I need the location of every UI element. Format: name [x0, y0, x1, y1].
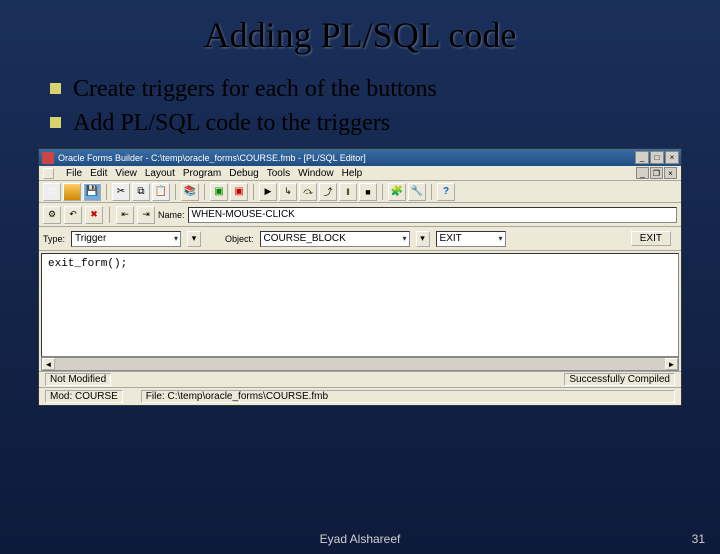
type-picker-icon[interactable]: ▾	[187, 231, 201, 247]
type-label: Type:	[43, 234, 65, 244]
save-icon[interactable]: 💾	[83, 183, 101, 201]
go-icon[interactable]: ▶	[259, 183, 277, 201]
delete-icon[interactable]: ✖	[85, 206, 103, 224]
exit-button[interactable]: EXIT	[631, 231, 671, 246]
maximize-button[interactable]: □	[650, 151, 664, 164]
mdi-icon	[43, 168, 54, 179]
mdi-close-button[interactable]: ×	[664, 167, 677, 179]
list-item: Add PL/SQL code to the triggers	[50, 108, 680, 138]
slide-title: Adding PL/SQL code	[0, 14, 720, 56]
window-titlebar: Oracle Forms Builder - C:\temp\oracle_fo…	[39, 149, 681, 166]
revert-icon[interactable]: ↶	[64, 206, 82, 224]
forms-builder-window: Oracle Forms Builder - C:\temp\oracle_fo…	[38, 148, 682, 406]
menubar: File Edit View Layout Program Debug Tool…	[39, 166, 681, 181]
menu-program[interactable]: Program	[183, 168, 221, 179]
module-status: Mod: COURSE	[45, 390, 123, 403]
list-item: Create triggers for each of the buttons	[50, 74, 680, 104]
editor-status-bar: Not Modified Successfully Compiled	[39, 371, 681, 388]
scroll-right-icon[interactable]: ►	[665, 358, 678, 370]
step-into-icon[interactable]: ↳	[279, 183, 297, 201]
prev-item-icon[interactable]: ⇤	[116, 206, 134, 224]
modified-status: Not Modified	[45, 373, 111, 386]
menu-file[interactable]: File	[66, 168, 82, 179]
scroll-left-icon[interactable]: ◄	[42, 358, 55, 370]
footer-author: Eyad Alshareef	[0, 532, 720, 546]
debug-console-icon[interactable]: 🧩	[388, 183, 406, 201]
mdi-restore-button[interactable]: ❐	[650, 167, 663, 179]
object-picker-icon[interactable]: ▾	[416, 231, 430, 247]
compile-status: Successfully Compiled	[564, 373, 675, 386]
plsql-code-editor[interactable]: exit_form();	[41, 253, 679, 357]
file-status: File: C:\temp\oracle_forms\COURSE.fmb	[141, 390, 675, 403]
compile-icon[interactable]: ⚙	[43, 206, 61, 224]
name-label: Name:	[158, 210, 185, 220]
help-icon[interactable]: ?	[437, 183, 455, 201]
copy-icon[interactable]: ⧉	[132, 183, 150, 201]
item-dropdown[interactable]: EXIT	[436, 231, 506, 247]
page-number: 31	[692, 532, 705, 546]
window-title: Oracle Forms Builder - C:\temp\oracle_fo…	[58, 153, 635, 163]
step-out-icon[interactable]: ⤴	[319, 183, 337, 201]
menu-help[interactable]: Help	[342, 168, 363, 179]
bullet-icon	[50, 117, 61, 128]
horizontal-scrollbar[interactable]: ◄ ►	[41, 357, 679, 371]
main-toolbar: □ 💾 ✂ ⧉ 📋 📚 ▣ ▣ ▶ ↳ ⤼ ⤴ ‖ ■ 🧩 🔧 ?	[39, 181, 681, 203]
paste-icon[interactable]: 📋	[152, 183, 170, 201]
run-form-icon[interactable]: ▣	[210, 183, 228, 201]
close-button[interactable]: ×	[665, 151, 679, 164]
menu-debug[interactable]: Debug	[229, 168, 258, 179]
bullet-text: Add PL/SQL code to the triggers	[73, 108, 390, 138]
mdi-minimize-button[interactable]: _	[636, 167, 649, 179]
app-icon	[42, 152, 54, 164]
step-over-icon[interactable]: ⤼	[299, 183, 317, 201]
bullet-icon	[50, 83, 61, 94]
menu-view[interactable]: View	[115, 168, 137, 179]
stop-icon[interactable]: ■	[359, 183, 377, 201]
open-icon[interactable]	[63, 183, 81, 201]
next-item-icon[interactable]: ⇥	[137, 206, 155, 224]
tool-icon[interactable]: 🔧	[408, 183, 426, 201]
run-debug-icon[interactable]: ▣	[230, 183, 248, 201]
new-icon[interactable]: □	[43, 183, 61, 201]
bullet-list: Create triggers for each of the buttons …	[50, 74, 680, 138]
editor-toolbar: ⚙ ↶ ✖ ⇤ ⇥ Name: WHEN-MOUSE-CLICK	[39, 203, 681, 227]
menu-tools[interactable]: Tools	[267, 168, 290, 179]
context-row: Type: Trigger ▾ Object: COURSE_BLOCK ▾ E…	[39, 227, 681, 251]
menu-edit[interactable]: Edit	[90, 168, 107, 179]
object-dropdown[interactable]: COURSE_BLOCK	[260, 231, 410, 247]
menu-window[interactable]: Window	[298, 168, 334, 179]
library-icon[interactable]: 📚	[181, 183, 199, 201]
bullet-text: Create triggers for each of the buttons	[73, 74, 437, 104]
minimize-button[interactable]: _	[635, 151, 649, 164]
object-label: Object:	[225, 234, 254, 244]
pause-icon[interactable]: ‖	[339, 183, 357, 201]
cut-icon[interactable]: ✂	[112, 183, 130, 201]
app-status-bar: Mod: COURSE File: C:\temp\oracle_forms\C…	[39, 388, 681, 405]
type-dropdown[interactable]: Trigger	[71, 231, 181, 247]
trigger-name-field[interactable]: WHEN-MOUSE-CLICK	[188, 207, 677, 223]
menu-layout[interactable]: Layout	[145, 168, 175, 179]
